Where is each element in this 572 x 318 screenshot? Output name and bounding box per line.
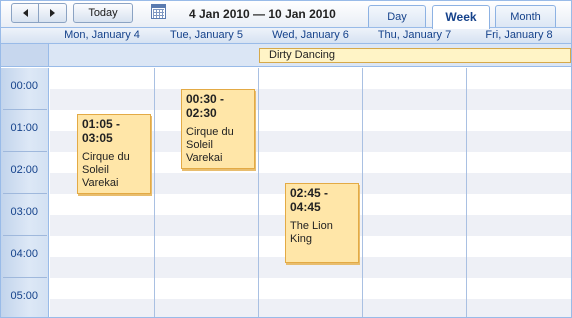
day-header-fri[interactable]: Fri, January 8 xyxy=(467,28,571,44)
time-axis: 00:00 01:00 02:00 03:00 04:00 05:00 xyxy=(1,68,49,317)
tab-week[interactable]: Week xyxy=(432,5,490,29)
calendar-icon[interactable] xyxy=(151,4,166,19)
day-header-thu[interactable]: Thu, January 7 xyxy=(363,28,466,44)
tab-month[interactable]: Month xyxy=(495,5,556,28)
time-grid[interactable]: 01:05 - 03:05 Cirque du Soleil Varekai 0… xyxy=(50,68,571,317)
event-title: Cirque du Soleil Varekai xyxy=(186,126,234,164)
time-label: 02:00 xyxy=(10,164,38,176)
time-label: 00:00 xyxy=(10,80,38,92)
time-label: 04:00 xyxy=(10,248,38,260)
event-time: 01:05 - 03:05 xyxy=(82,117,121,145)
event-block[interactable]: 00:30 - 02:30 Cirque du Soleil Varekai xyxy=(181,89,255,169)
date-range-title: 4 Jan 2010 — 10 Jan 2010 xyxy=(189,7,336,21)
time-label: 05:00 xyxy=(10,290,38,302)
event-time: 02:45 - 04:45 xyxy=(290,186,329,214)
all-day-event[interactable]: Dirty Dancing xyxy=(259,48,571,63)
today-button[interactable]: Today xyxy=(73,3,133,23)
event-title: Cirque du Soleil Varekai xyxy=(82,151,130,189)
event-block[interactable]: 02:45 - 04:45 The Lion King xyxy=(285,183,359,263)
event-time: 00:30 - 02:30 xyxy=(186,92,225,120)
chevron-left-icon xyxy=(22,9,28,17)
chevron-right-icon xyxy=(50,9,55,17)
day-header-row: Mon, January 4 Tue, January 5 Wed, Janua… xyxy=(1,28,571,44)
previous-week-button[interactable] xyxy=(11,3,39,23)
all-day-row[interactable]: Dirty Dancing xyxy=(1,44,571,67)
time-label: 03:00 xyxy=(10,206,38,218)
time-label: 01:00 xyxy=(10,122,38,134)
event-block[interactable]: 01:05 - 03:05 Cirque du Soleil Varekai xyxy=(77,114,151,194)
event-title: The Lion King xyxy=(290,220,333,245)
tab-day[interactable]: Day xyxy=(368,5,426,28)
week-calendar: Mon, January 4 Tue, January 5 Wed, Janua… xyxy=(0,27,572,318)
next-week-button[interactable] xyxy=(39,3,67,23)
day-header-mon[interactable]: Mon, January 4 xyxy=(50,28,154,44)
day-header-tue[interactable]: Tue, January 5 xyxy=(155,28,258,44)
day-header-wed[interactable]: Wed, January 6 xyxy=(259,28,362,44)
